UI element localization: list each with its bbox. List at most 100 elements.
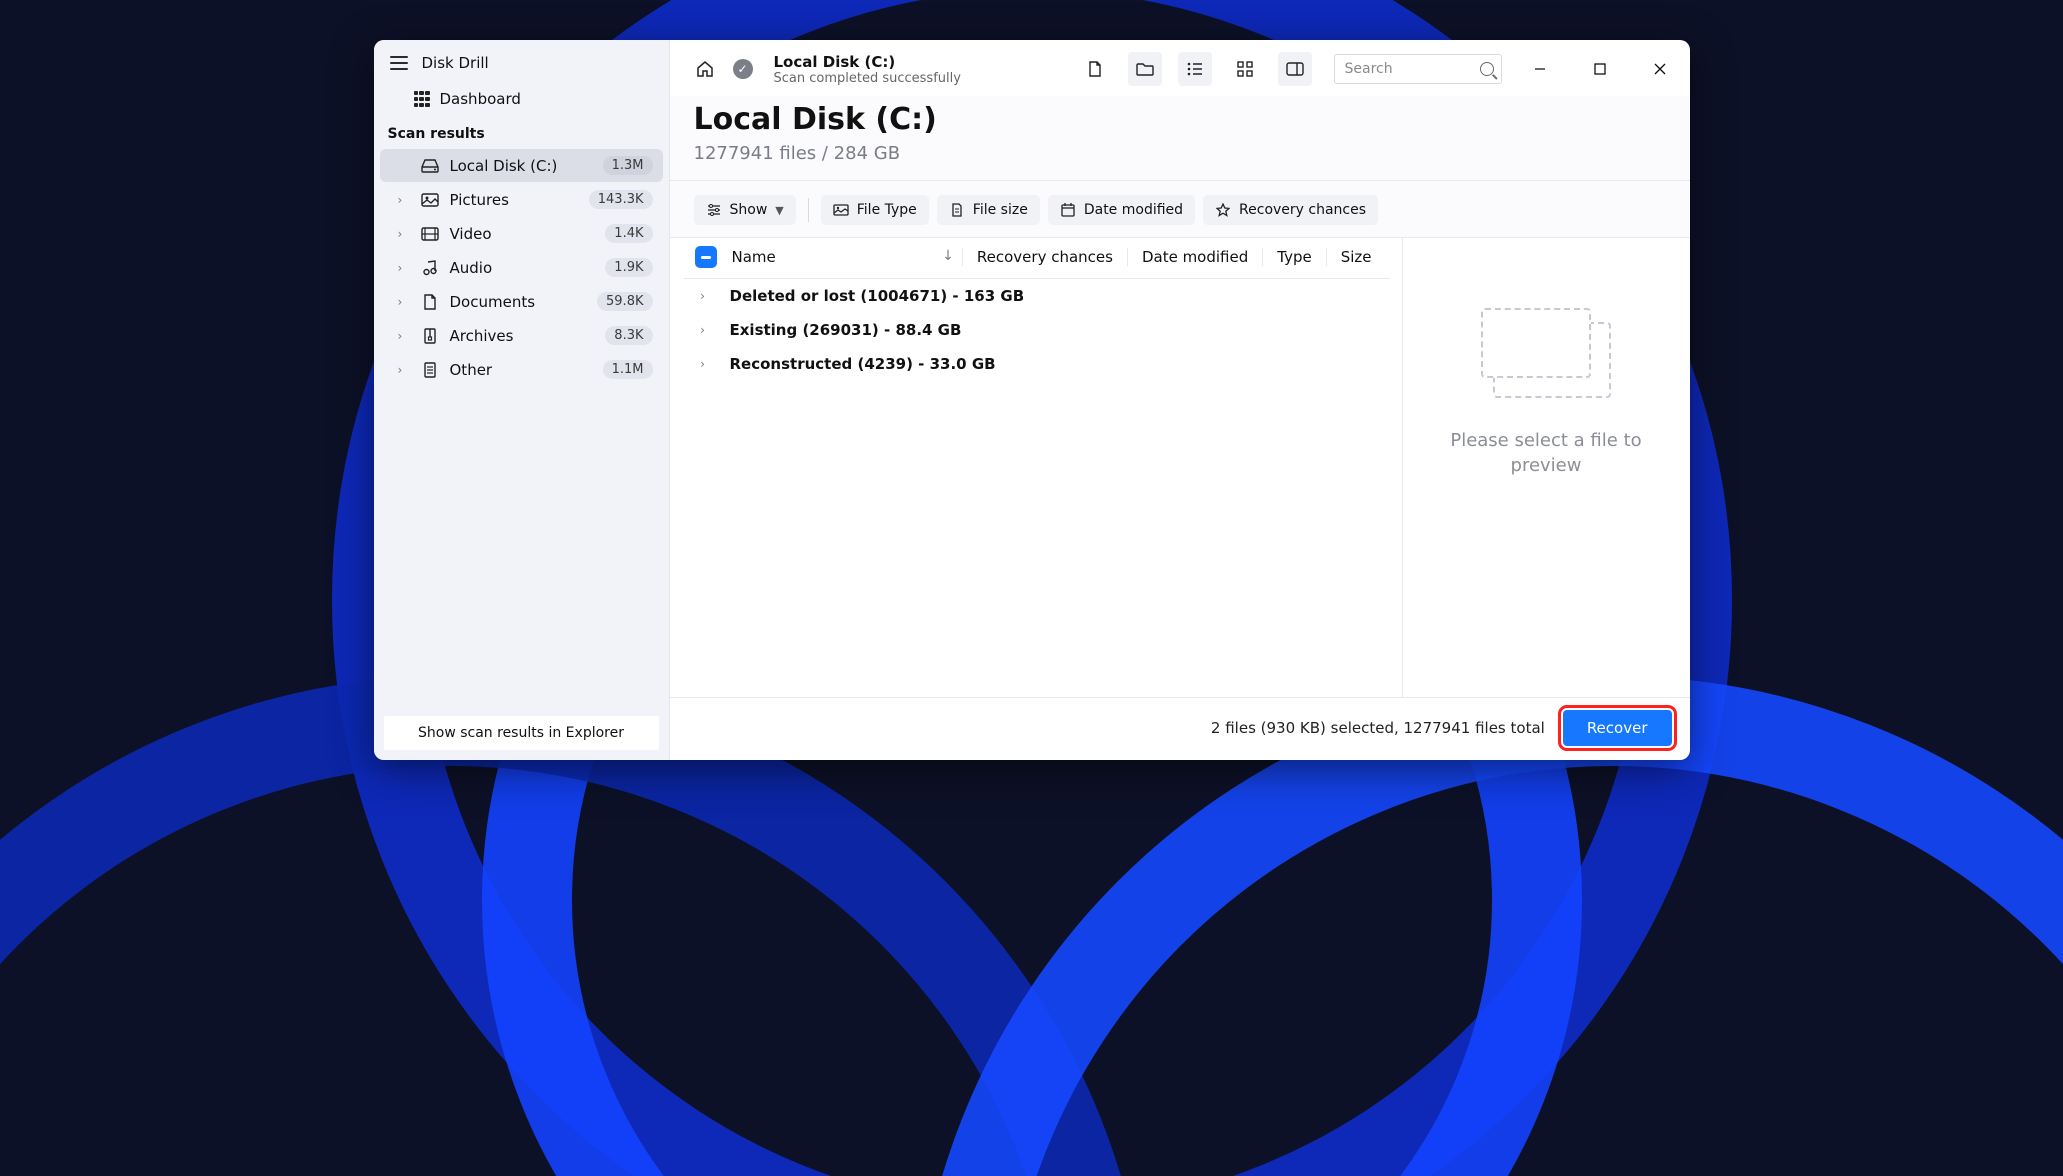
table-row[interactable]: › Deleted or lost (1004671) - 163 GB: [684, 279, 1390, 313]
minimize-button[interactable]: [1518, 49, 1562, 89]
sidebar-item-count: 1.1M: [603, 360, 653, 379]
sidebar-item-count: 1.4K: [605, 224, 652, 243]
maximize-button[interactable]: [1578, 49, 1622, 89]
document-icon: [420, 294, 440, 310]
chevron-right-icon[interactable]: ›: [688, 323, 718, 337]
app-window: Disk Drill Dashboard Scan results Local …: [374, 40, 1690, 760]
search-icon: [1480, 62, 1494, 76]
table-row[interactable]: › Reconstructed (4239) - 33.0 GB: [684, 347, 1390, 381]
content-row: Name↓ Recovery chances Date modified Typ…: [670, 238, 1690, 697]
file-size-filter[interactable]: File size: [937, 195, 1040, 225]
hamburger-icon[interactable]: [390, 56, 408, 70]
column-date-modified[interactable]: Date modified: [1127, 248, 1262, 266]
sidebar-item-label: Pictures: [450, 191, 579, 209]
sidebar-header: Disk Drill: [374, 40, 669, 82]
chevron-right-icon: ›: [398, 261, 410, 275]
sidebar-item-count: 8.3K: [605, 326, 652, 345]
sidebar-item-count: 1.3M: [603, 156, 653, 175]
sidebar-item-label: Local Disk (C:): [450, 157, 593, 175]
sidebar: Disk Drill Dashboard Scan results Local …: [374, 40, 670, 760]
recovery-chances-label: Recovery chances: [1239, 202, 1366, 218]
show-in-explorer-button[interactable]: Show scan results in Explorer: [384, 716, 659, 750]
chevron-right-icon[interactable]: ›: [688, 357, 718, 371]
breadcrumb-title: Local Disk (C:): [774, 53, 961, 71]
chevron-right-icon: ›: [398, 295, 410, 309]
search-input[interactable]: [1334, 54, 1502, 84]
sidebar-item-pictures[interactable]: › Pictures 143.3K: [380, 183, 663, 216]
sidebar-item-archives[interactable]: › Archives 8.3K: [380, 319, 663, 352]
toolbar: ✓ Local Disk (C:) Scan completed success…: [670, 40, 1690, 96]
scan-status-icon: ✓: [732, 58, 754, 80]
preview-placeholder-icon: [1481, 308, 1611, 398]
row-text: Deleted or lost (1004671) - 163 GB: [718, 287, 1025, 305]
column-type[interactable]: Type: [1262, 248, 1325, 266]
sidebar-item-video[interactable]: › Video 1.4K: [380, 217, 663, 250]
star-icon: [1215, 202, 1231, 218]
list-view-icon[interactable]: [1178, 52, 1212, 86]
sidebar-item-audio[interactable]: › Audio 1.9K: [380, 251, 663, 284]
table-header: Name↓ Recovery chances Date modified Typ…: [684, 238, 1390, 279]
column-name[interactable]: Name↓: [724, 248, 962, 266]
date-modified-label: Date modified: [1084, 202, 1183, 218]
header-block: Local Disk (C:) 1277941 files / 284 GB: [670, 96, 1690, 181]
column-recovery-chances[interactable]: Recovery chances: [962, 248, 1127, 266]
chevron-right-icon: ›: [398, 227, 410, 241]
audio-icon: [420, 260, 440, 276]
show-label: Show: [730, 202, 768, 218]
selection-status: 2 files (930 KB) selected, 1277941 files…: [1211, 719, 1563, 737]
sidebar-item-label: Archives: [450, 327, 596, 345]
sidebar-item-other[interactable]: › Other 1.1M: [380, 353, 663, 386]
chevron-right-icon: ›: [398, 329, 410, 343]
scan-results-heading: Scan results: [374, 118, 669, 148]
chevron-right-icon: ›: [398, 193, 410, 207]
row-text: Existing (269031) - 88.4 GB: [718, 321, 962, 339]
file-type-label: File Type: [857, 202, 917, 218]
recover-button[interactable]: Recover: [1563, 710, 1672, 746]
other-icon: [420, 362, 440, 378]
sidebar-item-count: 59.8K: [597, 292, 652, 311]
sidebar-item-label: Video: [450, 225, 596, 243]
select-all-checkbox[interactable]: [688, 246, 724, 268]
main-pane: ✓ Local Disk (C:) Scan completed success…: [670, 40, 1690, 760]
sidebar-item-count: 143.3K: [589, 190, 653, 209]
table-row[interactable]: › Existing (269031) - 88.4 GB: [684, 313, 1390, 347]
file-type-filter[interactable]: File Type: [821, 195, 929, 225]
file-size-label: File size: [973, 202, 1028, 218]
search-box: [1334, 54, 1502, 84]
page-subtitle: 1277941 files / 284 GB: [694, 143, 1666, 164]
preview-empty-text: Please select a file to preview: [1403, 428, 1690, 478]
close-button[interactable]: [1638, 49, 1682, 89]
show-filter[interactable]: Show ▼: [694, 195, 796, 225]
calendar-icon: [1060, 202, 1076, 218]
chevron-right-icon: ›: [398, 363, 410, 377]
sidebar-item-dashboard[interactable]: Dashboard: [374, 82, 669, 114]
row-text: Reconstructed (4239) - 33.0 GB: [718, 355, 996, 373]
breadcrumb: Local Disk (C:) Scan completed successfu…: [770, 53, 961, 86]
sort-arrow-icon: ↓: [942, 248, 954, 264]
sliders-icon: [706, 202, 722, 218]
page-title: Local Disk (C:): [694, 102, 1666, 137]
date-modified-filter[interactable]: Date modified: [1048, 195, 1195, 225]
picture-icon: [420, 193, 440, 207]
disk-icon: [420, 159, 440, 173]
sidebar-item-count: 1.9K: [605, 258, 652, 277]
filter-row: Show ▼ File Type File size Date modified…: [670, 181, 1690, 238]
home-icon[interactable]: [694, 58, 716, 80]
folder-icon[interactable]: [1128, 52, 1162, 86]
sidebar-item-documents[interactable]: › Documents 59.8K: [380, 285, 663, 318]
scan-results-section: Scan results Local Disk (C:) 1.3M › Pict…: [374, 114, 669, 389]
dashboard-label: Dashboard: [440, 90, 521, 108]
chevron-right-icon[interactable]: ›: [688, 289, 718, 303]
recovery-chances-filter[interactable]: Recovery chances: [1203, 195, 1378, 225]
app-title: Disk Drill: [422, 54, 489, 72]
sidebar-footer: Show scan results in Explorer: [374, 706, 669, 760]
grid-view-icon[interactable]: [1228, 52, 1262, 86]
column-size[interactable]: Size: [1326, 248, 1386, 266]
chevron-down-icon: ▼: [775, 204, 783, 217]
table-pane: Name↓ Recovery chances Date modified Typ…: [670, 238, 1402, 697]
sidebar-item-local-disk[interactable]: Local Disk (C:) 1.3M: [380, 149, 663, 182]
preview-pane: Please select a file to preview: [1402, 238, 1690, 697]
document-icon: [949, 202, 965, 218]
preview-pane-icon[interactable]: [1278, 52, 1312, 86]
file-icon[interactable]: [1078, 52, 1112, 86]
